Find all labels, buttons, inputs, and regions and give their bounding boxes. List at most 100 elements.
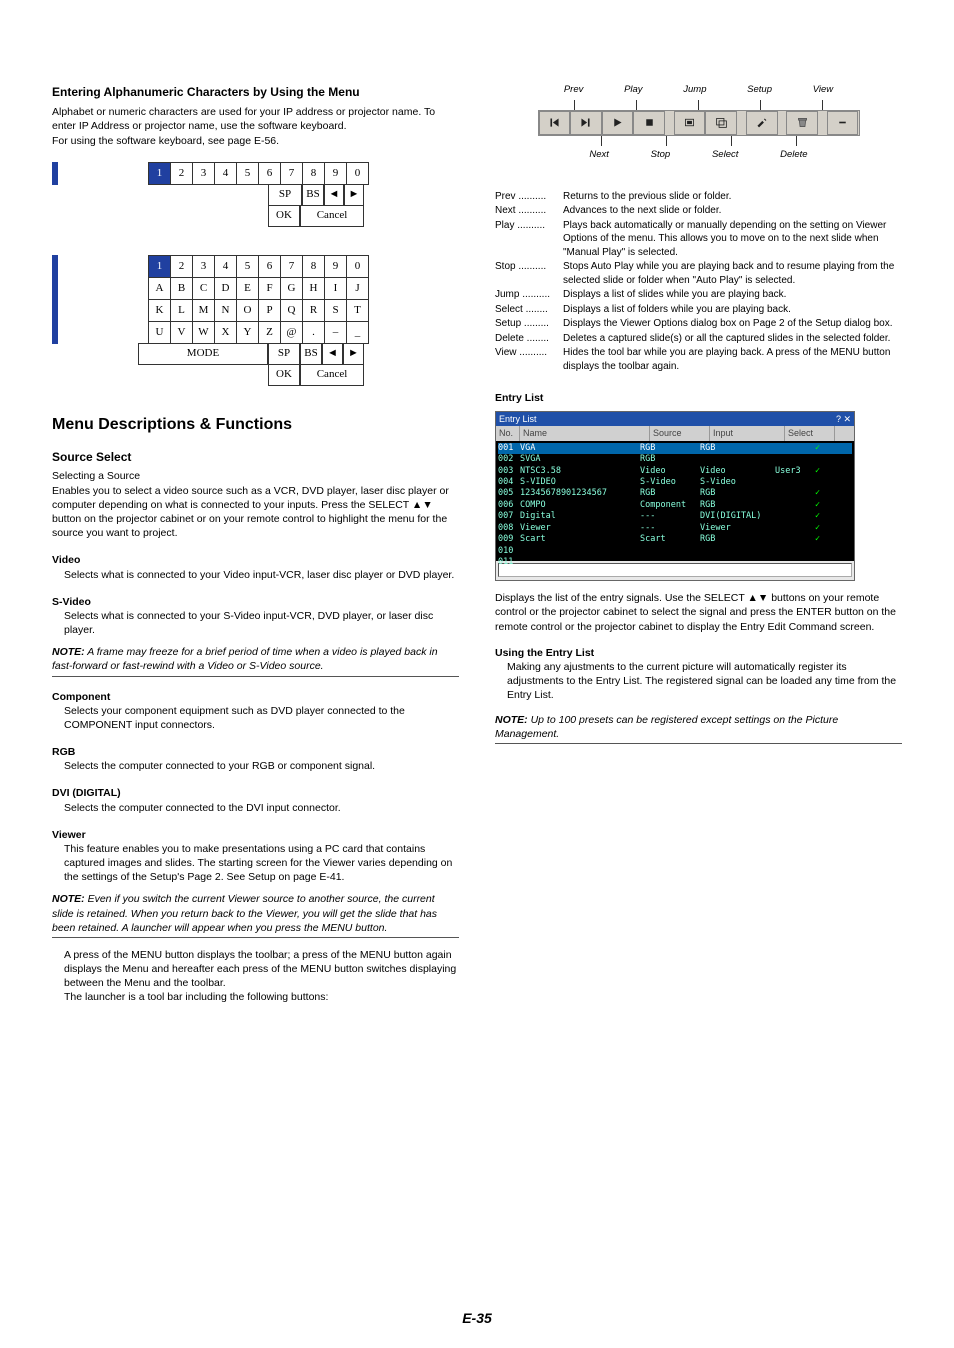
definition-row: Setup .........Displays the Viewer Optio…: [495, 317, 902, 331]
kb-key[interactable]: –: [325, 321, 347, 343]
kb-key[interactable]: 9: [325, 255, 347, 277]
heading-entry-list: Entry List: [495, 391, 902, 405]
entry-col-header[interactable]: Input: [710, 426, 785, 440]
kb-key[interactable]: _: [347, 321, 369, 343]
kb-sp[interactable]: SP: [268, 184, 302, 206]
kb-sp[interactable]: SP: [268, 343, 300, 365]
toolbar-play-icon[interactable]: [602, 111, 634, 135]
entry-row[interactable]: 007Digital---DVI(DIGITAL)✓: [498, 511, 852, 522]
kb-key[interactable]: F: [259, 277, 281, 299]
heading-rgb: RGB: [52, 745, 459, 759]
kb-left[interactable]: ◄: [324, 184, 344, 206]
kb-ok[interactable]: OK: [268, 205, 300, 227]
kb-key[interactable]: H: [303, 277, 325, 299]
entry-row[interactable]: 011: [498, 557, 852, 568]
window-buttons[interactable]: ? ✕: [836, 413, 851, 425]
heading-alphanumeric: Entering Alphanumeric Characters by Usin…: [52, 84, 459, 100]
kb-key[interactable]: T: [347, 299, 369, 321]
kb-key[interactable]: M: [193, 299, 215, 321]
entry-col-header[interactable]: Select: [785, 426, 835, 440]
toolbar-prev-icon[interactable]: [539, 111, 571, 135]
kb-key[interactable]: D: [215, 277, 237, 299]
kb-key[interactable]: 4: [215, 255, 237, 277]
entry-row[interactable]: 001VGARGBRGB✓: [498, 443, 852, 454]
kb-key[interactable]: O: [237, 299, 259, 321]
kb-bs[interactable]: BS: [300, 343, 322, 365]
entry-row[interactable]: 009ScartScartRGB✓: [498, 534, 852, 545]
toolbar-label: Jump: [683, 84, 706, 97]
kb-key[interactable]: 5: [237, 162, 259, 184]
toolbar-select-icon[interactable]: [705, 111, 737, 135]
heading-dvi: DVI (DIGITAL): [52, 786, 459, 800]
kb-key[interactable]: 1: [149, 255, 171, 277]
kb-key[interactable]: Q: [281, 299, 303, 321]
kb-mode[interactable]: MODE: [138, 343, 268, 365]
kb-key[interactable]: L: [171, 299, 193, 321]
kb-cancel[interactable]: Cancel: [300, 364, 364, 386]
software-keyboard-alpha: 1234567890 ABCDEFGHIJ KLMNOPQRST UVWXYZ@.–_…: [52, 255, 459, 386]
note-presets: NOTE: Up to 100 presets can be registere…: [495, 713, 902, 744]
kb-key[interactable]: 8: [303, 162, 325, 184]
entry-row[interactable]: 00512345678901234567RGBRGB✓: [498, 488, 852, 499]
kb-key[interactable]: 6: [259, 162, 281, 184]
entry-row[interactable]: 004S-VIDEOS-VideoS-Video: [498, 477, 852, 488]
kb-key[interactable]: R: [303, 299, 325, 321]
kb-key[interactable]: V: [171, 321, 193, 343]
kb-key[interactable]: 2: [171, 255, 193, 277]
kb-key[interactable]: S: [325, 299, 347, 321]
kb-key[interactable]: I: [325, 277, 347, 299]
toolbar-delete-icon[interactable]: [786, 111, 818, 135]
kb-key[interactable]: 7: [281, 162, 303, 184]
kb-key[interactable]: 4: [215, 162, 237, 184]
kb-key[interactable]: J: [347, 277, 369, 299]
kb-key[interactable]: U: [149, 321, 171, 343]
entry-col-header[interactable]: Source: [650, 426, 710, 440]
heading-viewer: Viewer: [52, 828, 459, 842]
entry-row[interactable]: 003NTSC3.58VideoVideoUser3✓: [498, 466, 852, 477]
kb-key[interactable]: 2: [171, 162, 193, 184]
kb-key[interactable]: 5: [237, 255, 259, 277]
kb-key[interactable]: Z: [259, 321, 281, 343]
kb-key[interactable]: X: [215, 321, 237, 343]
kb-key[interactable]: 3: [193, 162, 215, 184]
kb-key[interactable]: 0: [347, 162, 369, 184]
kb-left[interactable]: ◄: [322, 343, 343, 365]
kb-right[interactable]: ►: [343, 343, 364, 365]
kb-key[interactable]: B: [171, 277, 193, 299]
kb-key[interactable]: 9: [325, 162, 347, 184]
kb-key[interactable]: .: [303, 321, 325, 343]
kb-key[interactable]: Y: [237, 321, 259, 343]
para-viewer-2: A press of the MENU button displays the …: [52, 948, 459, 991]
entry-col-header[interactable]: Name: [520, 426, 650, 440]
kb-cancel[interactable]: Cancel: [300, 205, 364, 227]
kb-key[interactable]: E: [237, 277, 259, 299]
entry-col-header[interactable]: No.: [496, 426, 520, 440]
entry-row[interactable]: 008Viewer---Viewer✓: [498, 523, 852, 534]
para-component: Selects your component equipment such as…: [52, 704, 459, 732]
kb-key[interactable]: 6: [259, 255, 281, 277]
kb-ok[interactable]: OK: [268, 364, 300, 386]
kb-right[interactable]: ►: [344, 184, 364, 206]
kb-key[interactable]: 1: [149, 162, 171, 184]
toolbar-view-icon[interactable]: [827, 111, 859, 135]
entry-row[interactable]: 010: [498, 546, 852, 557]
entry-row[interactable]: 002SVGARGB: [498, 454, 852, 465]
kb-key[interactable]: 8: [303, 255, 325, 277]
kb-bs[interactable]: BS: [302, 184, 324, 206]
kb-key[interactable]: K: [149, 299, 171, 321]
kb-key[interactable]: W: [193, 321, 215, 343]
kb-key[interactable]: 7: [281, 255, 303, 277]
kb-key[interactable]: G: [281, 277, 303, 299]
kb-key[interactable]: N: [215, 299, 237, 321]
kb-key[interactable]: C: [193, 277, 215, 299]
toolbar-jump-icon[interactable]: [674, 111, 706, 135]
kb-key[interactable]: 3: [193, 255, 215, 277]
kb-key[interactable]: 0: [347, 255, 369, 277]
entry-row[interactable]: 006COMPOComponentRGB✓: [498, 500, 852, 511]
kb-key[interactable]: @: [281, 321, 303, 343]
toolbar-next-icon[interactable]: [570, 111, 602, 135]
kb-key[interactable]: A: [149, 277, 171, 299]
kb-key[interactable]: P: [259, 299, 281, 321]
toolbar-setup-icon[interactable]: [746, 111, 778, 135]
toolbar-stop-icon[interactable]: [633, 111, 665, 135]
